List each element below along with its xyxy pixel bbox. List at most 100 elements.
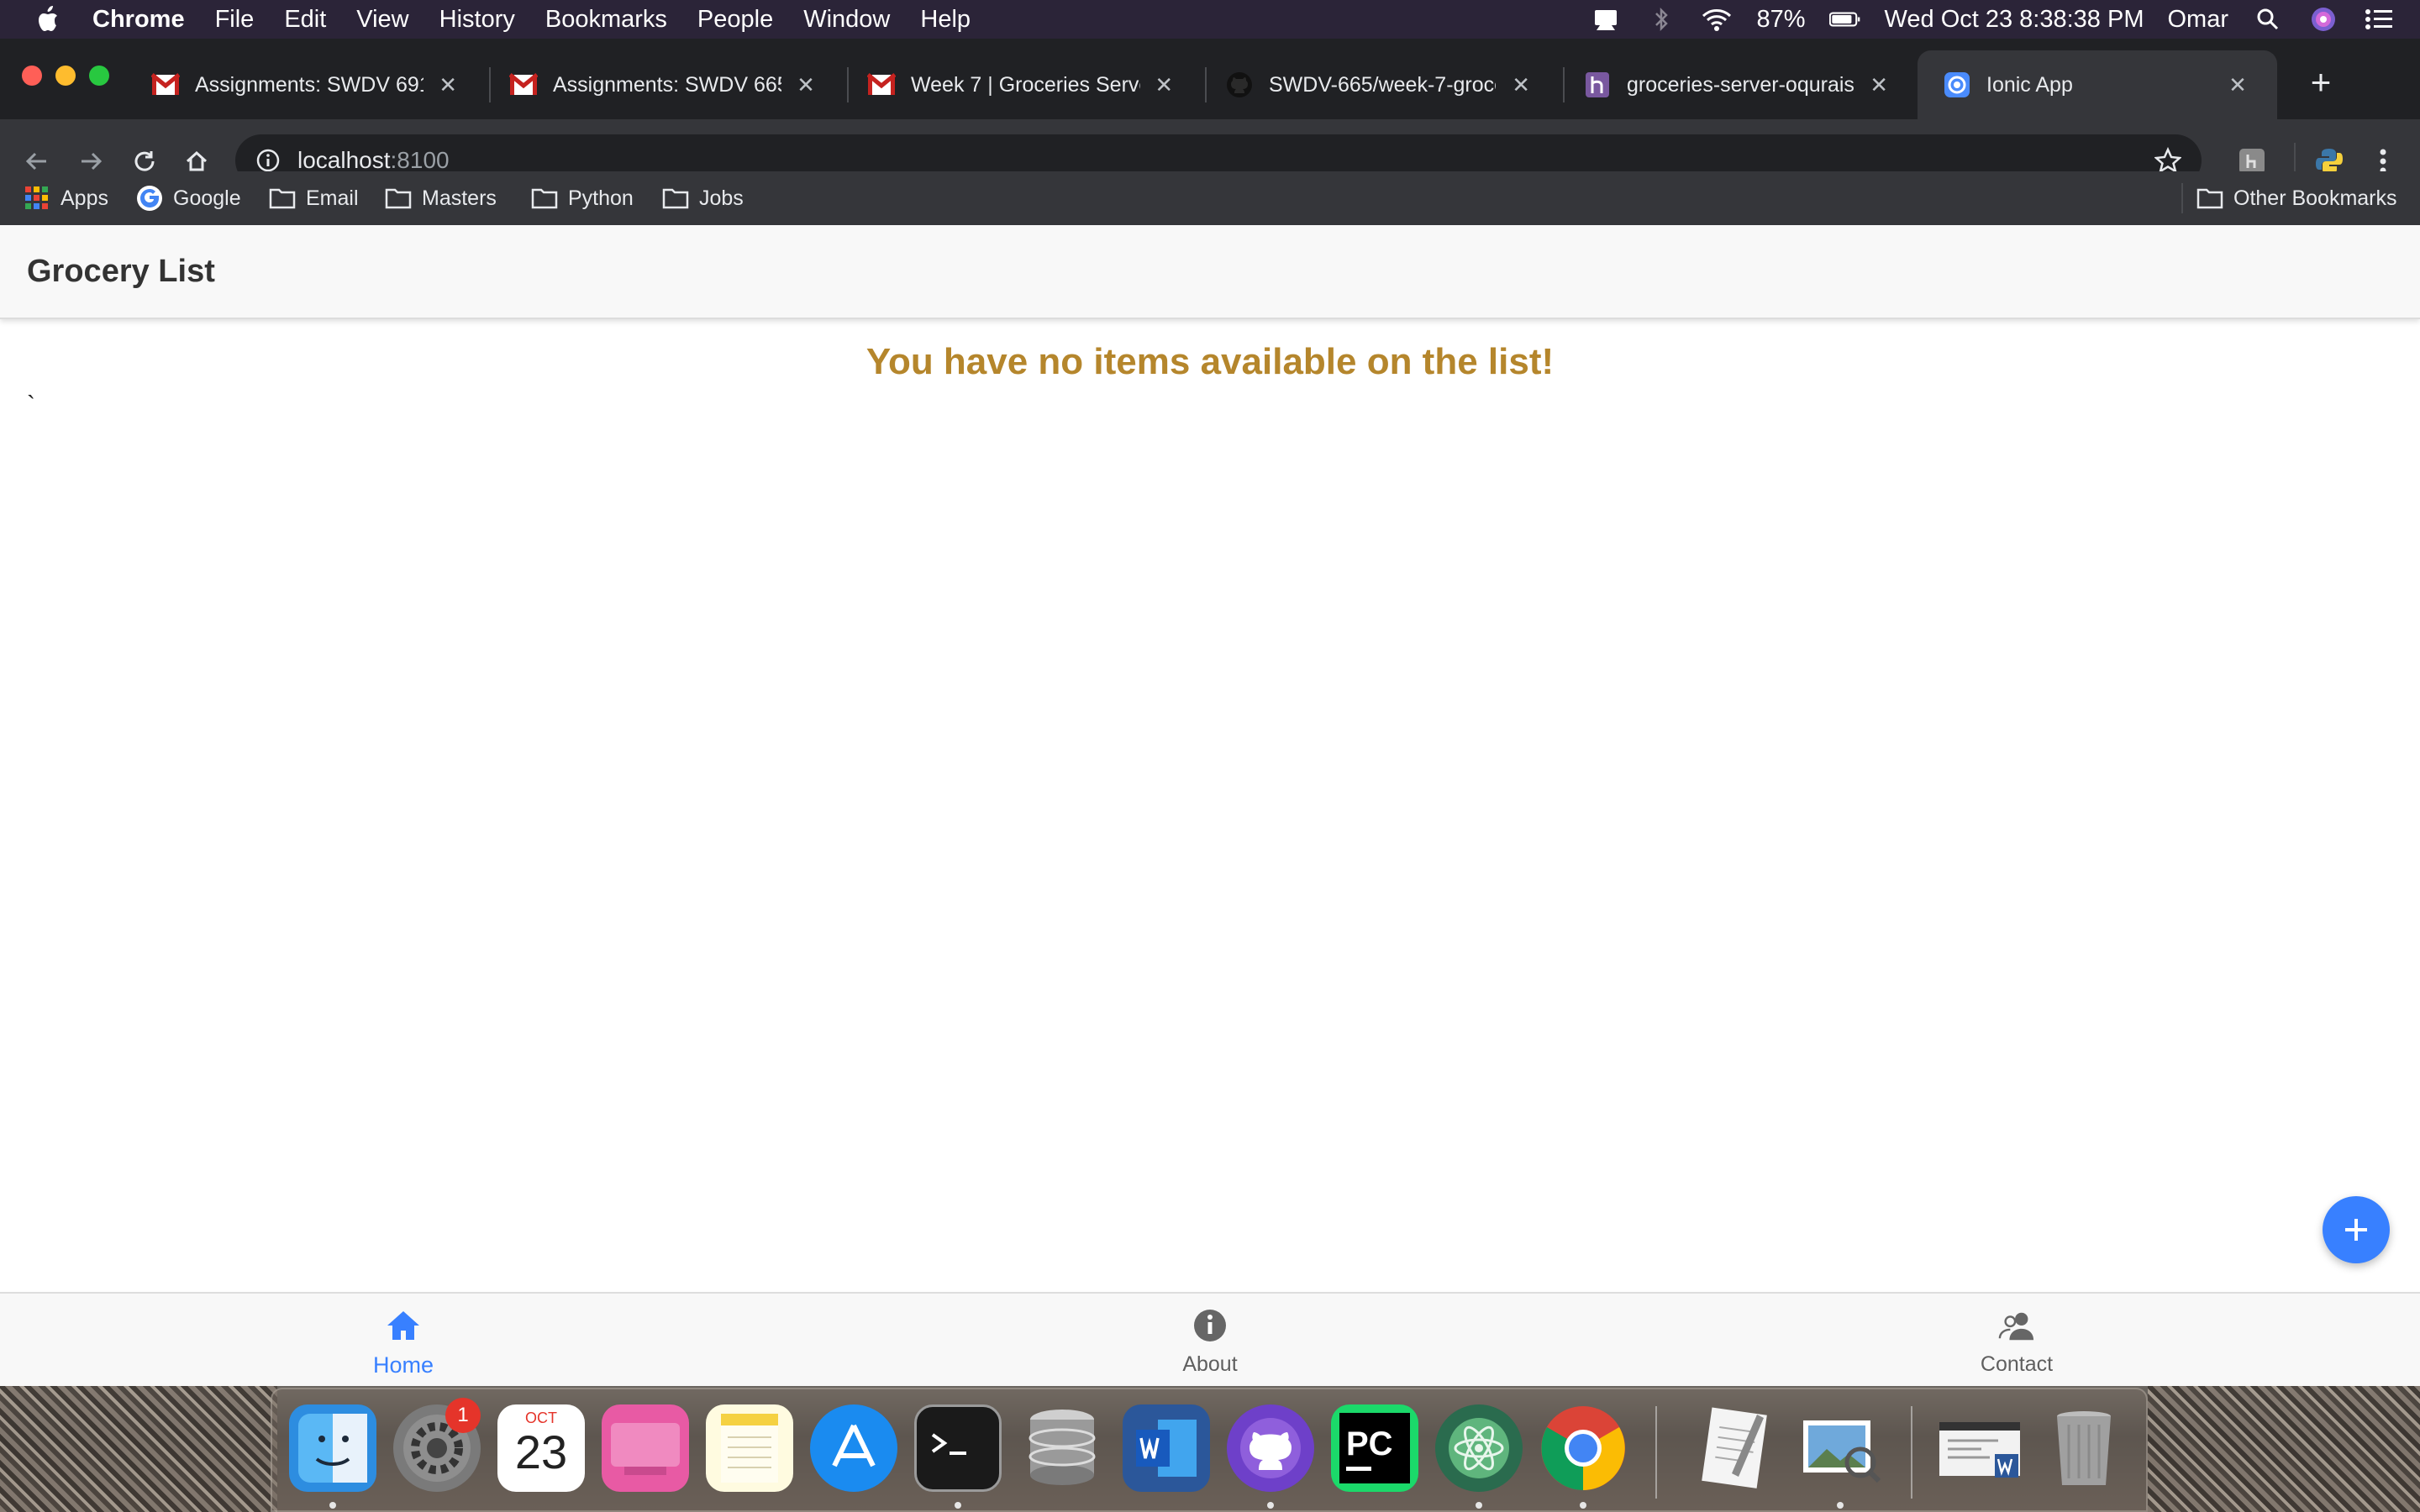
- tab-title: SWDV-665/week-7-grocer: [1269, 72, 1497, 97]
- bookmark-folder-masters[interactable]: Masters: [385, 178, 497, 218]
- bookmark-folder-jobs[interactable]: Jobs: [662, 178, 744, 218]
- bookmarks-divider: [2181, 183, 2183, 213]
- atom-icon[interactable]: [1435, 1404, 1523, 1492]
- bookmark-label: Jobs: [699, 186, 744, 210]
- bookmark-other-bookmarks[interactable]: Other Bookmarks: [2196, 178, 2397, 218]
- notification-center-icon[interactable]: [2363, 7, 2395, 32]
- menu-help[interactable]: Help: [920, 6, 971, 34]
- menu-window[interactable]: Window: [803, 6, 890, 34]
- trash-icon[interactable]: [2040, 1404, 2128, 1492]
- menu-datetime[interactable]: Wed Oct 23 8:38:38 PM: [1885, 6, 2144, 34]
- gmail-icon: [151, 71, 180, 99]
- bookmark-folder-python[interactable]: Python: [531, 178, 634, 218]
- tab-close-icon[interactable]: ✕: [1865, 71, 1892, 99]
- browser-tab-active[interactable]: Ionic App ✕: [1918, 50, 2277, 119]
- bookmark-apps[interactable]: Apps: [24, 178, 108, 218]
- home-icon: [385, 1307, 422, 1344]
- folder-icon: [662, 185, 689, 212]
- github-desktop-icon[interactable]: [1227, 1404, 1314, 1492]
- github-icon: [1225, 71, 1254, 99]
- tab-title: Week 7 | Groceries Server o: [911, 72, 1140, 97]
- terminal-icon[interactable]: [914, 1404, 1002, 1492]
- notification-icon[interactable]: [1590, 7, 1622, 32]
- browser-tab[interactable]: SWDV-665/week-7-grocer ✕: [1200, 50, 1560, 119]
- macos-dock: OCT 23 PC: [271, 1388, 2148, 1512]
- chrome-icon[interactable]: [1539, 1404, 1627, 1492]
- bookmark-label: Apps: [60, 186, 108, 210]
- address-url[interactable]: localhost:8100: [297, 147, 450, 174]
- tab-title: Assignments: SWDV 691: S: [195, 72, 424, 97]
- menu-history[interactable]: History: [439, 6, 515, 34]
- chrome-tab-strip: Assignments: SWDV 691: S ✕ Assignments: …: [0, 39, 2420, 119]
- menu-view[interactable]: View: [356, 6, 408, 34]
- add-item-fab-button[interactable]: [2323, 1196, 2390, 1263]
- tab-close-icon[interactable]: ✕: [1507, 71, 1534, 99]
- browser-tab[interactable]: Week 7 | Groceries Server o ✕: [842, 50, 1202, 119]
- running-indicator: [955, 1502, 961, 1509]
- bookmarks-bar: Apps Google Email Masters Python Jobs Ot…: [0, 171, 2420, 225]
- heroku-icon: [1583, 71, 1612, 99]
- bluetooth-icon[interactable]: [1645, 7, 1677, 32]
- menu-user[interactable]: Omar: [2168, 6, 2229, 34]
- calendar-day: 23: [514, 1425, 568, 1478]
- menu-bookmarks[interactable]: Bookmarks: [545, 6, 667, 34]
- apps-grid-icon: [24, 185, 50, 212]
- macos-menu-bar: Chrome File Edit View History Bookmarks …: [0, 0, 2420, 39]
- database-icon[interactable]: [1018, 1404, 1106, 1492]
- bookmark-google[interactable]: Google: [136, 178, 241, 218]
- spotlight-search-icon[interactable]: [2252, 7, 2284, 32]
- tab-close-icon[interactable]: ✕: [2223, 71, 2252, 99]
- tab-title: groceries-server-oquraishi: [1627, 72, 1854, 97]
- window-close-button[interactable]: [22, 66, 42, 86]
- siri-icon[interactable]: [2307, 7, 2339, 32]
- cleanmymac-icon[interactable]: [602, 1404, 689, 1492]
- url-host: localhost: [297, 147, 391, 173]
- wifi-icon[interactable]: [1701, 7, 1733, 32]
- tab-about[interactable]: About: [1109, 1307, 1311, 1381]
- new-tab-button[interactable]: +: [2297, 59, 2344, 106]
- folder-icon: [385, 185, 412, 212]
- word-icon[interactable]: [1123, 1404, 1210, 1492]
- running-indicator: [1476, 1502, 1482, 1509]
- apple-menu-icon[interactable]: [34, 4, 60, 34]
- tab-label: Home: [372, 1352, 434, 1378]
- bookmark-label: Python: [568, 186, 634, 210]
- pycharm-icon[interactable]: PC: [1331, 1404, 1418, 1492]
- pycharm-logo: PC: [1339, 1413, 1410, 1483]
- tab-contact[interactable]: Contact: [1916, 1307, 2118, 1381]
- menu-edit[interactable]: Edit: [284, 6, 326, 34]
- browser-tab[interactable]: groceries-server-oquraishi ✕: [1558, 50, 1918, 119]
- tab-close-icon[interactable]: ✕: [435, 71, 460, 99]
- folder-icon: [269, 185, 296, 212]
- menu-people[interactable]: People: [697, 6, 773, 34]
- browser-tab[interactable]: Assignments: SWDV 665: A ✕: [484, 50, 844, 119]
- tab-label: About: [1182, 1352, 1238, 1376]
- tab-home[interactable]: Home: [302, 1307, 504, 1381]
- battery-icon[interactable]: [1828, 7, 1861, 32]
- notes-icon[interactable]: [706, 1404, 793, 1492]
- wallpaper-crowd: [2148, 1386, 2420, 1512]
- menu-app-name[interactable]: Chrome: [92, 6, 185, 34]
- url-port: :8100: [390, 147, 450, 173]
- window-minimize-button[interactable]: [55, 66, 76, 86]
- bookmark-folder-email[interactable]: Email: [269, 178, 359, 218]
- tab-close-icon[interactable]: ✕: [793, 71, 818, 99]
- calendar-icon[interactable]: OCT 23: [497, 1404, 585, 1492]
- preview-icon[interactable]: [1797, 1404, 1884, 1492]
- running-indicator: [1580, 1502, 1586, 1509]
- app-store-icon[interactable]: [810, 1404, 897, 1492]
- window-zoom-button[interactable]: [89, 66, 109, 86]
- gmail-icon: [509, 71, 538, 99]
- finder-icon[interactable]: [289, 1404, 376, 1492]
- textedit-icon[interactable]: [1692, 1404, 1780, 1492]
- plus-icon: [2345, 1219, 2367, 1241]
- tab-label: Contact: [1980, 1352, 2054, 1376]
- tab-close-icon[interactable]: ✕: [1152, 71, 1176, 99]
- tab-title: Ionic App: [1986, 72, 2073, 97]
- word-document-icon[interactable]: [1936, 1404, 2023, 1492]
- browser-tab[interactable]: Assignments: SWDV 691: S ✕: [126, 50, 486, 119]
- tab-title: Assignments: SWDV 665: A: [553, 72, 781, 97]
- dock-divider: [1655, 1406, 1657, 1499]
- site-info-icon[interactable]: [254, 146, 282, 175]
- menu-file[interactable]: File: [215, 6, 255, 34]
